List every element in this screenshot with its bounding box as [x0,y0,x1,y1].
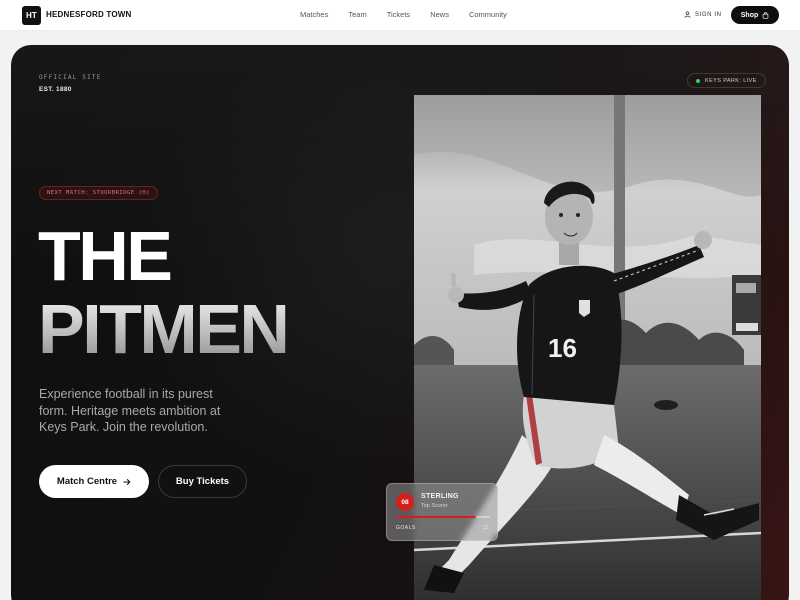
goals-progress-track [396,516,490,518]
player-stat-card[interactable]: 08 STERLING Top Scorer GOALS 12 [386,483,498,541]
hero-section: OFFICIAL SITE EST. 1880 KEYS PARK: LIVE … [11,45,789,600]
player-number-badge: 08 [396,493,414,511]
player-role: Top Scorer [421,503,448,509]
official-site-label: OFFICIAL SITE [39,74,102,81]
nav-link-news[interactable]: News [430,10,449,19]
nav-links: Matches Team Tickets News Community [300,10,507,19]
next-match-badge[interactable]: NEXT MATCH: STOURBRIDGE (H) [39,186,158,200]
live-status-badge: KEYS PARK: LIVE [687,73,766,88]
match-centre-label: Match Centre [56,476,118,487]
player-name: STERLING [421,493,459,500]
arrow-right-icon [123,478,131,485]
shop-label: Shop [740,11,759,19]
match-centre-button[interactable]: Match Centre [39,465,149,498]
goals-progress-fill [396,516,476,518]
top-nav: HT HEDNESFORD TOWN Matches Team Tickets … [0,0,800,31]
jersey-number: 16 [548,333,577,363]
live-status-label: KEYS PARK: LIVE [705,77,757,84]
hero-title-line-2: PITMEN [38,290,290,368]
buy-tickets-button[interactable]: Buy Tickets [158,465,247,498]
shop-button[interactable]: Shop [731,6,779,24]
goals-value: 12 [482,525,488,531]
live-dot-icon [696,78,700,83]
hero-tagline: Experience football in its purest form. … [39,387,221,434]
nav-link-team[interactable]: Team [348,10,366,19]
established-label: EST. 1880 [39,86,72,93]
goals-label: GOALS [396,525,416,531]
nav-link-matches[interactable]: Matches [300,10,328,19]
sign-in-label: SIGN IN [695,11,722,18]
hero-title-line-1: THE [38,217,173,295]
nav-link-community[interactable]: Community [469,10,507,19]
sign-in-link[interactable]: SIGN IN [684,11,722,18]
nav-link-tickets[interactable]: Tickets [387,10,410,19]
logo-text[interactable]: HEDNESFORD TOWN [46,10,132,19]
user-icon [684,11,691,18]
bag-icon [762,11,769,19]
logo-mark[interactable]: HT [22,6,41,25]
